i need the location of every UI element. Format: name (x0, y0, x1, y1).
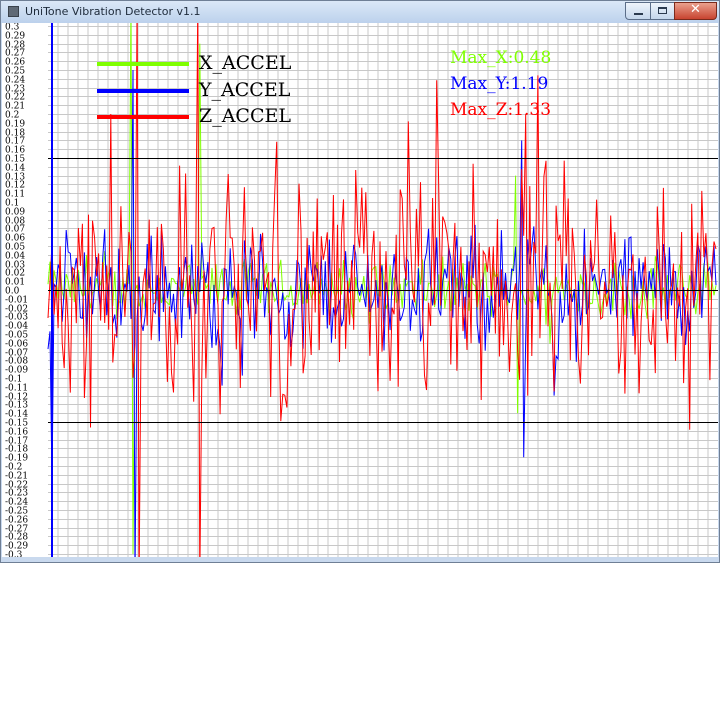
max-x-readout: Max_X:0.48 (450, 48, 552, 68)
legend-label-z: Z_ACCEL (199, 105, 291, 127)
max-z-readout: Max_Z:1.33 (450, 100, 552, 120)
app-window: UniTone Vibration Detector v1.1 ✕ 0.3 0.2… (0, 0, 720, 563)
legend-line-z (97, 115, 189, 119)
app-icon (8, 6, 19, 17)
legend-line-y (97, 89, 189, 93)
minimize-icon (634, 13, 643, 15)
minimize-button[interactable] (625, 2, 651, 20)
legend-label-x: X_ACCEL (199, 52, 292, 74)
vibration-chart: 0.3 0.29 0.28 0.27 0.26 0.25 0.24 0.23 0.22 0.21 0… (2, 23, 718, 557)
y-tick-label: -0.3 (5, 551, 23, 558)
legend-line-x (97, 62, 189, 66)
chart-canvas: 0.30.290.280.270.260.250.240.230.220.210… (5, 23, 718, 558)
window-title: UniTone Vibration Detector v1.1 (25, 5, 201, 18)
max-y-readout: Max_Y:1.19 (450, 74, 549, 94)
maximize-button[interactable] (650, 2, 675, 20)
close-icon: ✕ (690, 2, 701, 17)
title-bar[interactable]: UniTone Vibration Detector v1.1 ✕ (1, 1, 719, 23)
close-button[interactable]: ✕ (674, 2, 717, 20)
maximize-icon (658, 7, 667, 14)
legend-label-y: Y_ACCEL (199, 79, 291, 101)
